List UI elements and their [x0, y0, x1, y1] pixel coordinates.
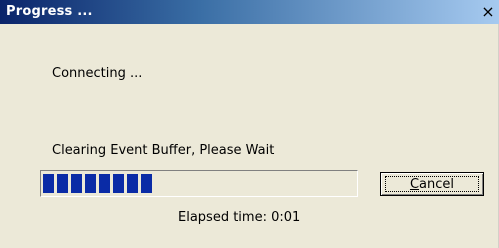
progress-segment	[71, 174, 82, 193]
title-bar[interactable]: Progress ... ×	[0, 0, 499, 24]
cancel-button-label: Cancel	[409, 176, 455, 192]
window-title: Progress ...	[6, 4, 93, 19]
progress-segment	[141, 174, 152, 193]
progress-bar	[40, 170, 358, 197]
progress-segment	[57, 174, 68, 193]
progress-segment	[113, 174, 124, 193]
progress-fill	[43, 174, 152, 193]
cancel-button[interactable]: Cancel	[380, 172, 484, 196]
progress-segment	[99, 174, 110, 193]
progress-segment	[43, 174, 54, 193]
operation-status-text: Clearing Event Buffer, Please Wait	[52, 143, 275, 158]
elapsed-time-text: Elapsed time: 0:01	[178, 210, 301, 225]
progress-segment	[85, 174, 96, 193]
connecting-status-text: Connecting ...	[52, 66, 143, 81]
progress-dialog: Progress ... × Connecting ... Clearing E…	[0, 0, 499, 248]
progress-segment	[127, 174, 138, 193]
close-icon[interactable]: ×	[479, 4, 497, 20]
